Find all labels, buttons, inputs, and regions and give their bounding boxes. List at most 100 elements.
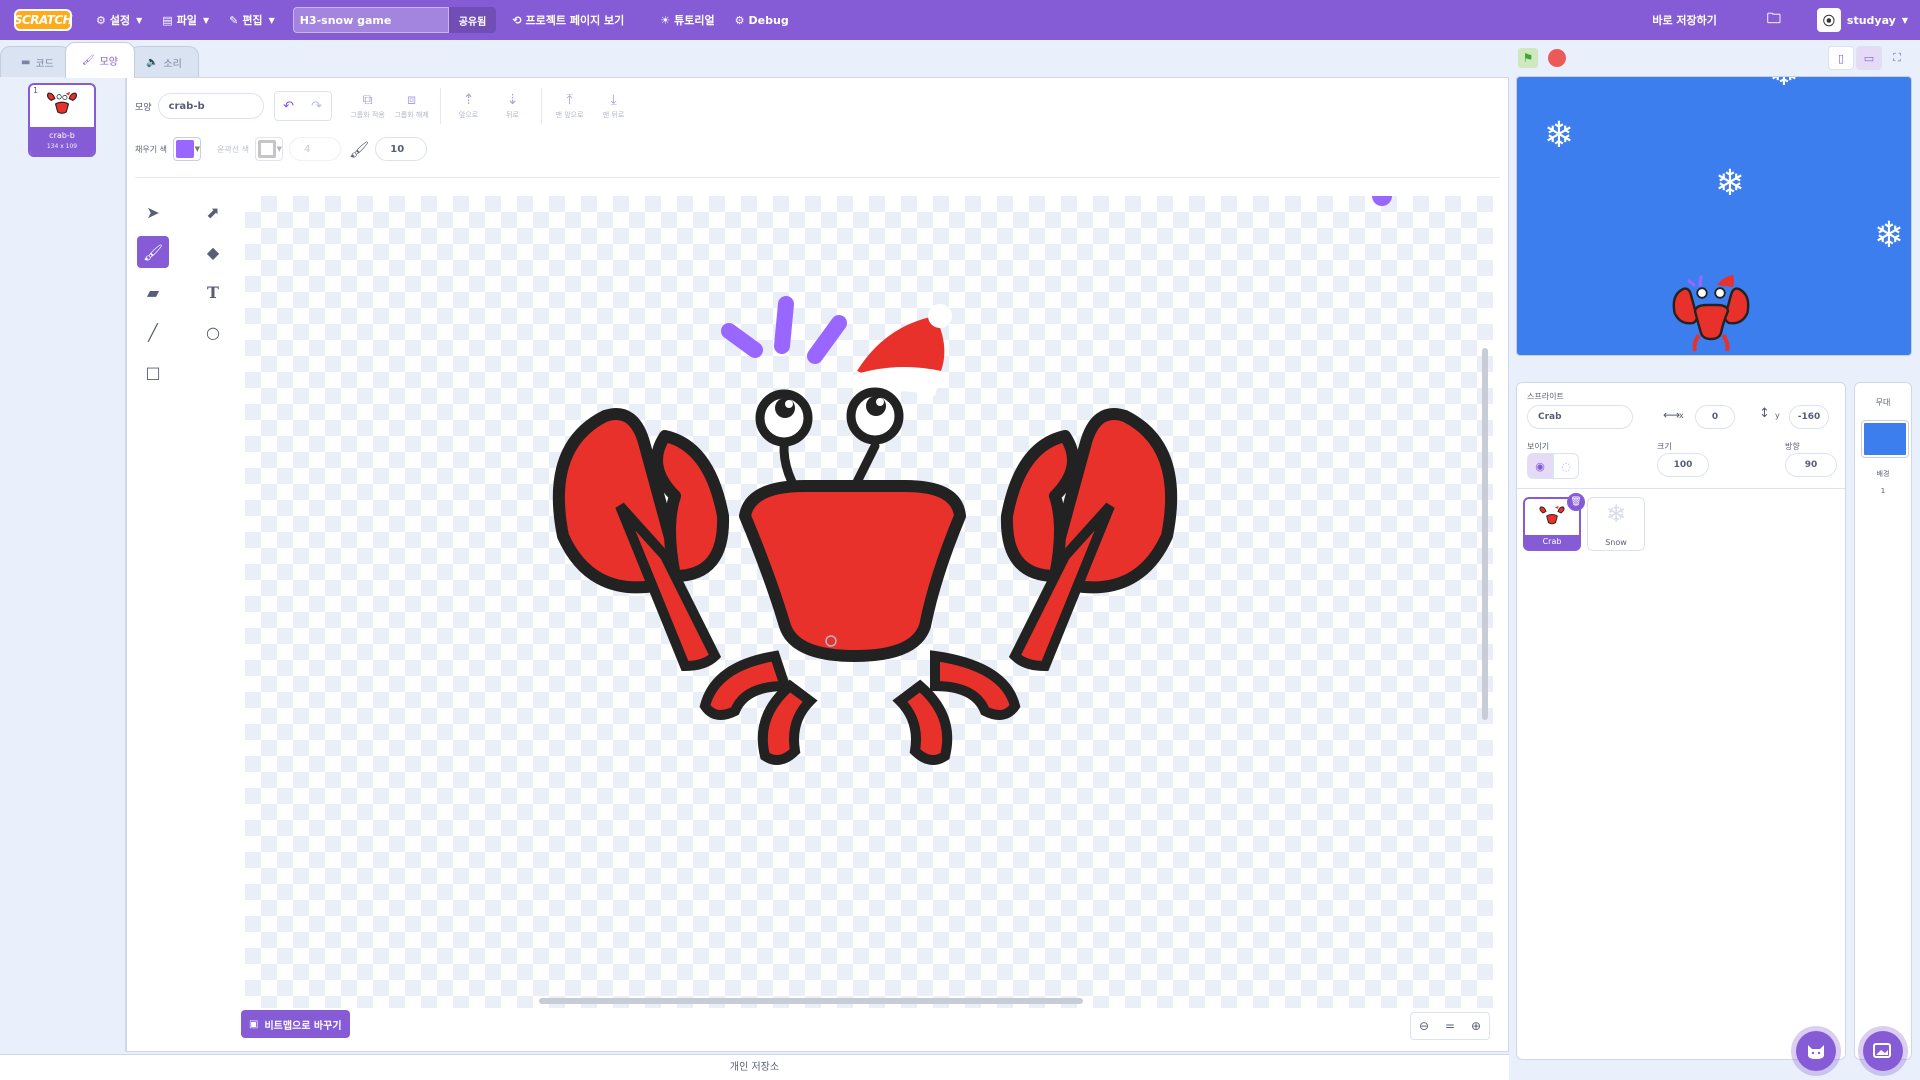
debug-button[interactable]: ⚙ Debug: [725, 0, 799, 40]
brush-tool[interactable]: 🖌: [137, 236, 169, 268]
ungroup-button[interactable]: ⧈ 그룹화 해제: [390, 92, 434, 120]
size-input[interactable]: 100: [1657, 453, 1709, 477]
paintbrush-icon: 🖌: [81, 55, 95, 66]
crab-sprite: [1672, 275, 1750, 352]
stage-scene: ❄ ❄ ❄ ❄: [1544, 77, 1904, 352]
select-tool[interactable]: ➤: [137, 196, 169, 228]
eraser-tool[interactable]: ◆: [197, 236, 229, 268]
show-sprite-button[interactable]: ◉: [1527, 453, 1553, 479]
paint-canvas[interactable]: [245, 196, 1493, 1008]
chevron-down-icon: ▼: [276, 145, 282, 153]
file-label: 파일: [176, 14, 197, 27]
sprite-pane: 스프라이트 Crab ⟷ x 0 ↕ y -160 보이기 ◉ ◌ 크기 100…: [1516, 382, 1846, 1060]
hide-sprite-button[interactable]: ◌: [1553, 453, 1579, 479]
text-tool[interactable]: T: [197, 276, 229, 308]
tab-code[interactable]: ▬ 코드: [0, 46, 71, 78]
undo-button[interactable]: ↶: [275, 92, 303, 120]
fill-tool[interactable]: ▰: [137, 276, 169, 308]
backward-button[interactable]: ⇣ 뒤로: [491, 92, 535, 120]
back-button[interactable]: ⤓ 맨 뒤로: [592, 92, 636, 120]
outline-width-input[interactable]: 4: [288, 137, 341, 161]
save-now-button[interactable]: 바로 저장하기: [1642, 0, 1727, 40]
paint-bucket-icon: ▰: [146, 282, 160, 302]
stage-canvas[interactable]: ❄ ❄ ❄ ❄: [1516, 76, 1912, 356]
green-flag-icon[interactable]: ⚑: [1518, 48, 1538, 68]
redo-button[interactable]: ↷: [303, 92, 331, 120]
toolbar-divider: [540, 88, 542, 124]
trash-icon[interactable]: 🗑: [1567, 493, 1585, 511]
backpack-bar[interactable]: 개인 저장소: [0, 1054, 1509, 1080]
front-button[interactable]: ⤒ 맨 앞으로: [548, 92, 592, 120]
rectangle-tool[interactable]: □: [137, 356, 169, 388]
paint-editor: 모양 crab-b ↶ ↷ ⧉ 그룹화 적용 ⧈ 그룹화 해제 ⇡ 앞으로 ⇣ …: [126, 77, 1509, 1052]
show-label: 보이기: [1527, 442, 1550, 451]
brush-size-input[interactable]: 10: [375, 137, 428, 161]
y-input[interactable]: -160: [1789, 405, 1829, 429]
back-label: 맨 뒤로: [602, 111, 625, 119]
x-input[interactable]: 0: [1695, 405, 1735, 429]
paint-toolbox: ➤ ⬈ 🖌 ◆ ▰ T ╱ ○ □: [137, 196, 220, 388]
see-project-page-button[interactable]: ⟲ 프로젝트 페이지 보기: [502, 0, 634, 40]
convert-to-bitmap-button[interactable]: ▣ 비트맵으로 바꾸기: [241, 1010, 350, 1038]
group-button[interactable]: ⧉ 그룹화 적용: [346, 92, 390, 120]
outline-color-swatch[interactable]: ▼: [254, 137, 283, 161]
backward-label: 뒤로: [506, 111, 519, 119]
file-menu[interactable]: ▤ 파일 ▼: [152, 0, 219, 40]
tab-sounds[interactable]: 🔈 소리: [128, 46, 199, 78]
forward-button[interactable]: ⇡ 앞으로: [447, 92, 491, 120]
sprite-name-label: 스프라이트: [1527, 392, 1564, 401]
y-arrows-icon: ↕: [1759, 406, 1770, 421]
edit-label: 편집: [242, 14, 263, 27]
username: studyay: [1846, 13, 1896, 27]
stage-selector[interactable]: 무대 배경 1: [1854, 382, 1912, 1060]
ungroup-label: 그룹화 해제: [394, 111, 429, 119]
choose-backdrop-button[interactable]: [1863, 1031, 1903, 1071]
fill-color-swatch[interactable]: ▼: [172, 137, 201, 161]
sprite-tile-snow[interactable]: ❄ Snow: [1587, 497, 1645, 551]
stop-icon[interactable]: [1548, 49, 1566, 67]
circle-tool[interactable]: ○: [197, 316, 229, 348]
direction-label: 방향: [1785, 442, 1800, 451]
zoom-controls: ⊖ = ⊕: [1410, 1012, 1490, 1040]
horizontal-scrollbar[interactable]: [539, 998, 1083, 1004]
front-label: 맨 앞으로: [555, 111, 584, 119]
line-tool[interactable]: ╱: [137, 316, 169, 348]
large-stage-icon[interactable]: ▭: [1856, 46, 1882, 70]
crab-sprite-thumbnail: [1539, 505, 1565, 525]
costume-name-input[interactable]: crab-b: [157, 93, 264, 119]
sprite-tile-label: Crab: [1525, 535, 1579, 549]
direction-input[interactable]: 90: [1785, 453, 1837, 477]
brush-cursor: [1372, 196, 1392, 206]
costume-tile[interactable]: 1 crab-b 134 x 109: [28, 83, 96, 157]
zoom-in-icon[interactable]: ⊕: [1463, 1013, 1489, 1039]
tutorials-label: 튜토리얼: [674, 14, 715, 27]
small-stage-icon[interactable]: ▯: [1828, 46, 1854, 70]
choose-sprite-button[interactable]: [1796, 1031, 1836, 1071]
edit-menu[interactable]: ✎ 편집 ▼: [219, 0, 285, 40]
snowflake-icon: ❄: [1544, 115, 1574, 156]
tab-costumes[interactable]: 🖌 모양: [64, 42, 135, 78]
toolbar-divider: [439, 88, 441, 124]
file-icon: ▤: [162, 13, 173, 27]
chevron-down-icon: ▼: [268, 15, 275, 25]
sprite-tile-crab[interactable]: Crab 🗑: [1523, 493, 1585, 551]
y-label: y: [1775, 411, 1780, 420]
sprite-name-input[interactable]: Crab: [1527, 405, 1633, 429]
group-icon: ⧉: [362, 92, 373, 108]
vertical-scrollbar[interactable]: [1482, 348, 1488, 720]
crab-drawing: [552, 196, 1392, 765]
snowflake-icon: ❄: [1715, 163, 1745, 204]
project-title-input[interactable]: H3-snow game: [292, 7, 449, 33]
account-menu[interactable]: ⦿ studyay ▼: [1805, 8, 1920, 32]
zoom-reset-button[interactable]: =: [1437, 1013, 1463, 1039]
zoom-out-icon[interactable]: ⊖: [1411, 1013, 1437, 1039]
scratch-logo[interactable]: SCRATCH: [14, 9, 73, 31]
settings-menu[interactable]: ⚙ 설정 ▼: [86, 0, 152, 40]
sprite-info: 스프라이트 Crab ⟷ x 0 ↕ y -160 보이기 ◉ ◌ 크기 100…: [1517, 383, 1845, 489]
my-stuff-folder-icon[interactable]: 🗀: [1757, 0, 1791, 40]
size-label: 크기: [1657, 442, 1672, 451]
reshape-tool[interactable]: ⬈: [197, 196, 229, 228]
tutorials-button[interactable]: ☀ 튜토리얼: [650, 0, 724, 40]
fullscreen-icon[interactable]: ⛶: [1884, 46, 1910, 70]
share-button[interactable]: 공유됨: [448, 7, 497, 33]
